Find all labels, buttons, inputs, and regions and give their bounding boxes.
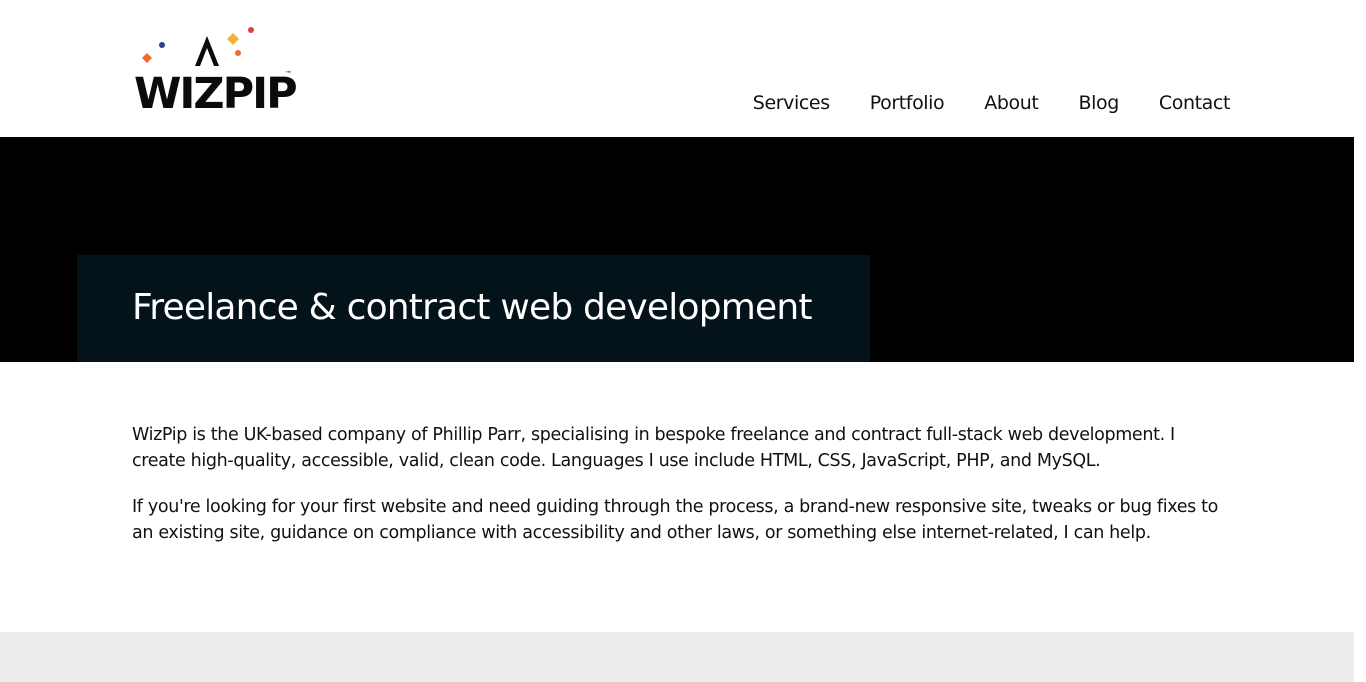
nav-item-blog: Blog [1038,88,1119,118]
nav-link-contact[interactable]: Contact [1159,88,1231,118]
sparkle-yellow-icon [227,33,239,45]
footer-band [0,632,1354,682]
nav-item-portfolio: Portfolio [830,88,945,118]
wizpip-logo[interactable]: WIZPIP ™ [134,26,298,119]
nav-item-services: Services [713,88,830,118]
hero-banner: Freelance & contract web development [0,137,1354,362]
logo-wordmark: WIZPIP [134,69,296,112]
page-title: Freelance & contract web development [132,287,813,328]
site-header: WIZPIP ™ Services Portfolio About Blog C… [0,0,1354,137]
nav-link-blog[interactable]: Blog [1078,88,1119,118]
nav-item-about: About [944,88,1039,118]
nav-item-contact: Contact [1119,88,1231,118]
sparkle-dot-red-icon [248,27,254,33]
vertical-scrollbar[interactable] [1354,0,1366,682]
sparkle-orange-icon [142,53,152,63]
wizpip-logo-mark: WIZPIP ™ [134,27,298,119]
nav-link-about[interactable]: About [984,88,1039,118]
main-content: WizPip is the UK-based company of Philli… [0,362,1354,632]
nav-link-portfolio[interactable]: Portfolio [870,88,945,118]
triangle-icon [195,36,219,66]
intro-paragraph: WizPip is the UK-based company of Philli… [132,425,1175,471]
sparkle-dot-orange-icon [235,50,241,56]
main-nav-list: Services Portfolio About Blog Contact [713,88,1231,118]
page: WIZPIP ™ Services Portfolio About Blog C… [0,0,1354,682]
sparkle-dot-blue-icon [159,42,165,48]
services-paragraph: If you're looking for your first website… [132,497,1218,543]
nav-link-services[interactable]: Services [753,88,830,118]
hero-title-panel: Freelance & contract web development [77,255,870,362]
trademark-mark: ™ [285,70,292,78]
